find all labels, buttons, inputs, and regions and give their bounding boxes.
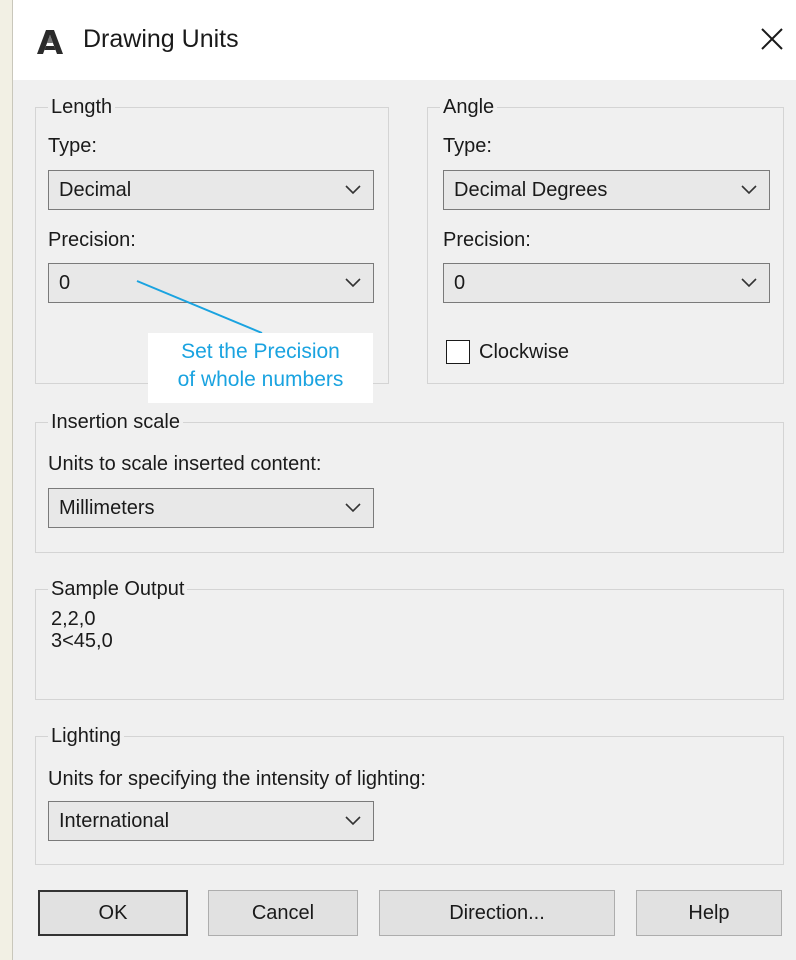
chevron-down-icon xyxy=(345,816,361,826)
length-precision-value: 0 xyxy=(59,272,71,294)
chevron-down-icon xyxy=(741,278,757,288)
insertion-units-value: Millimeters xyxy=(59,497,155,519)
sample-output-line-2: 3<45,0 xyxy=(51,630,113,652)
length-precision-select[interactable]: 0 xyxy=(48,263,374,303)
lighting-units-select[interactable]: International xyxy=(48,801,374,841)
sample-output-legend: Sample Output xyxy=(51,578,185,600)
close-button[interactable] xyxy=(753,18,793,62)
angle-type-label: Type: xyxy=(443,135,492,157)
title-bar: Drawing Units xyxy=(13,0,796,80)
clockwise-checkbox[interactable] xyxy=(446,340,470,364)
insertion-scale-group: Insertion scale xyxy=(35,411,784,553)
drawing-units-dialog: Drawing Units Length Type: Decimal Preci… xyxy=(13,0,796,960)
length-type-select[interactable]: Decimal xyxy=(48,170,374,210)
chevron-down-icon xyxy=(741,185,757,195)
sample-output-text: 2,2,0 3<45,0 xyxy=(51,608,113,652)
help-button[interactable]: Help xyxy=(636,890,782,936)
annotation-callout: Set the Precision of whole numbers xyxy=(148,333,373,403)
annotation-line-1: Set the Precision xyxy=(181,340,340,363)
lighting-legend: Lighting xyxy=(51,725,122,747)
angle-precision-select[interactable]: 0 xyxy=(443,263,770,303)
dialog-title: Drawing Units xyxy=(83,25,239,53)
length-type-label: Type: xyxy=(48,135,97,157)
angle-type-value: Decimal Degrees xyxy=(454,179,608,201)
insertion-units-select[interactable]: Millimeters xyxy=(48,488,374,528)
ok-button[interactable]: OK xyxy=(38,890,188,936)
close-icon xyxy=(761,28,783,50)
chevron-down-icon xyxy=(345,185,361,195)
insertion-units-label: Units to scale inserted content: xyxy=(48,453,322,475)
direction-button[interactable]: Direction... xyxy=(379,890,615,936)
length-precision-label: Precision: xyxy=(48,229,136,251)
sample-output-group: Sample Output xyxy=(35,578,784,700)
autocad-logo-icon xyxy=(37,30,63,54)
chevron-down-icon xyxy=(345,503,361,513)
lighting-units-value: International xyxy=(59,810,170,832)
angle-type-select[interactable]: Decimal Degrees xyxy=(443,170,770,210)
lighting-units-label: Units for specifying the intensity of li… xyxy=(48,768,426,790)
cancel-button[interactable]: Cancel xyxy=(208,890,358,936)
insertion-scale-legend: Insertion scale xyxy=(51,411,180,433)
length-type-value: Decimal xyxy=(59,179,132,201)
length-legend: Length xyxy=(51,96,113,118)
annotation-line-2: of whole numbers xyxy=(177,368,344,391)
clockwise-label[interactable]: Clockwise xyxy=(479,341,569,364)
angle-precision-value: 0 xyxy=(454,272,466,294)
angle-precision-label: Precision: xyxy=(443,229,531,251)
angle-legend: Angle xyxy=(443,96,495,118)
sample-output-line-1: 2,2,0 xyxy=(51,608,96,630)
lighting-group: Lighting xyxy=(35,725,784,865)
chevron-down-icon xyxy=(345,278,361,288)
